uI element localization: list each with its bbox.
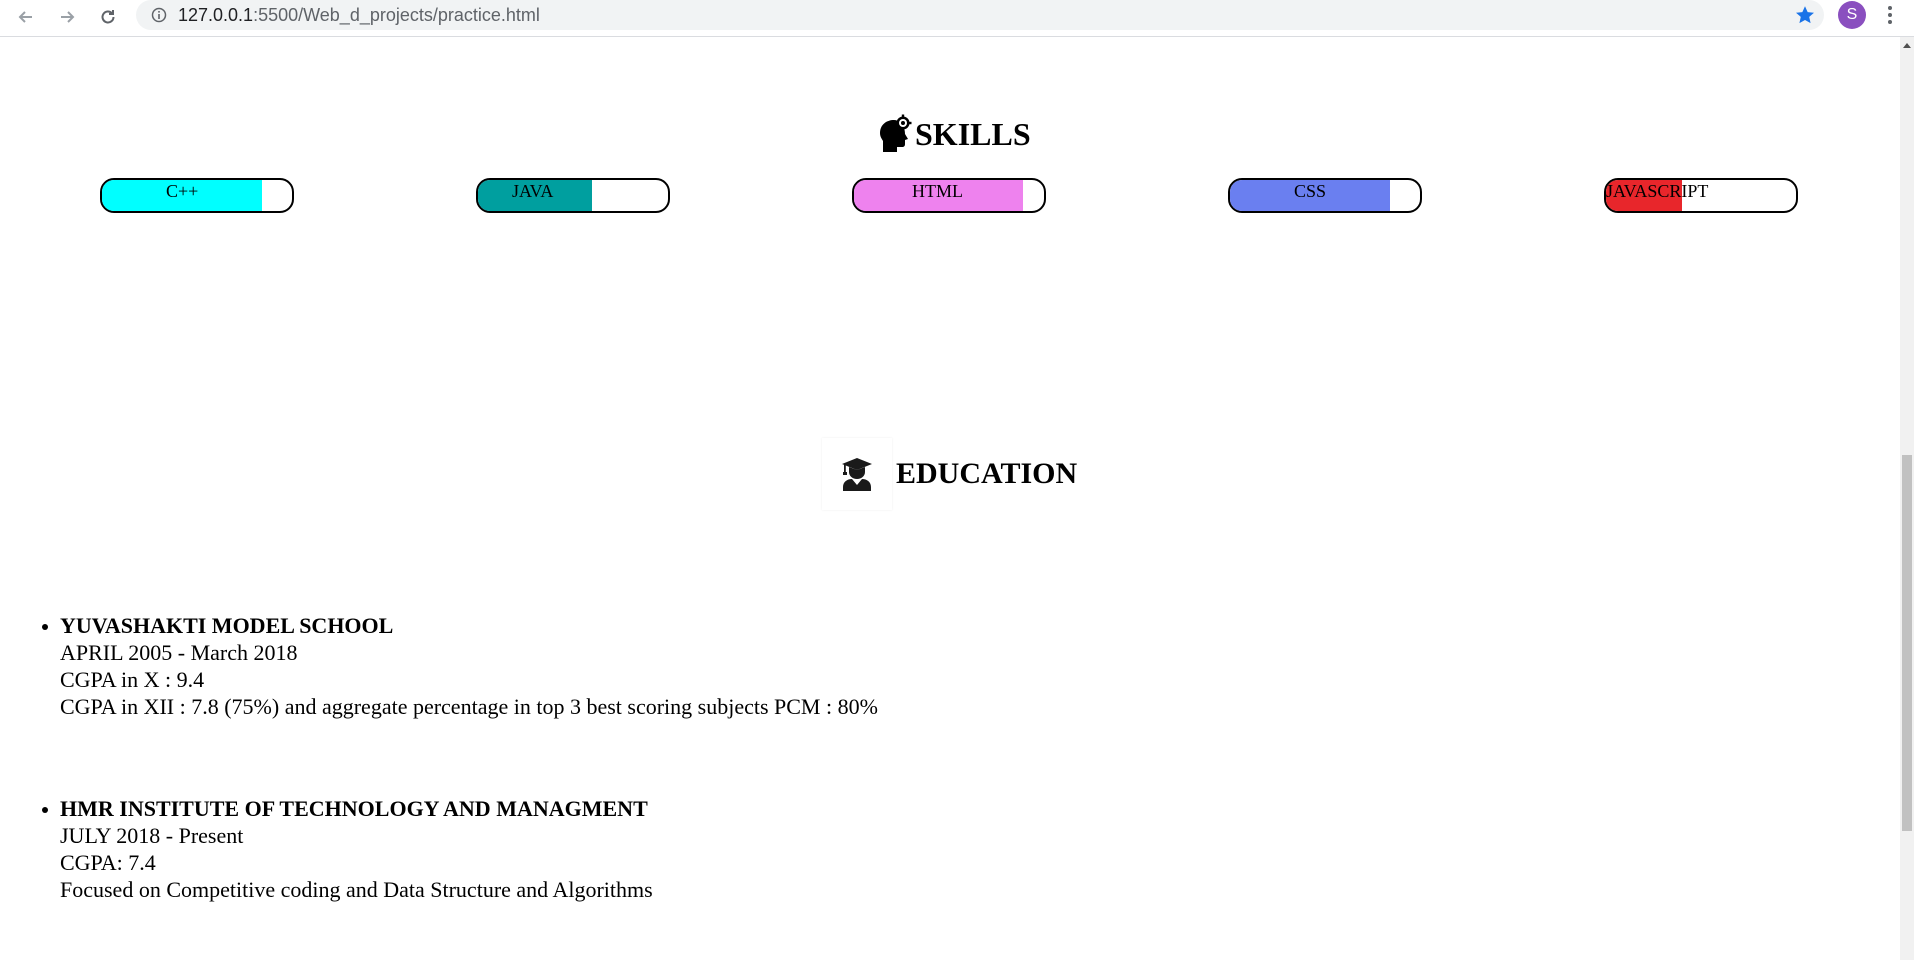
page-scrollbar[interactable] [1900,37,1914,960]
detail-line: CGPA in XII : 7.8 (75%) and aggregate pe… [60,694,878,719]
bookmark-star-icon[interactable] [1794,4,1816,26]
scroll-up-arrow-icon[interactable] [1903,43,1911,48]
education-entry: YUVASHAKTI MODEL SCHOOL APRIL 2005 - Mar… [36,612,878,720]
study-period: JULY 2018 - Present [60,823,244,848]
brain-gear-head-icon [880,114,912,152]
skill-bar-javascript: JAVASCRIPT [1604,178,1798,213]
skill-bar-css: CSS [1228,178,1422,213]
reload-button[interactable] [93,2,123,32]
info-icon[interactable] [150,6,168,24]
scroll-thumb[interactable] [1902,455,1912,831]
skill-bar-java: JAVA [476,178,670,213]
back-arrow-icon [18,11,32,23]
url-host: 127.0.0.1 [178,4,254,25]
url-text[interactable]: 127.0.0.1:5500/Web_d_projects/practice.h… [178,5,540,26]
education-heading: EDUCATION [822,438,1077,510]
forward-arrow-icon [61,11,75,23]
skill-bar-cpp: C++ [100,178,294,213]
education-title-text: EDUCATION [896,457,1078,490]
skill-label-html: HTML [912,181,963,201]
skill-label-cpp: C++ [166,181,199,201]
skill-bar-html: HTML [852,178,1046,213]
profile-initial: S [1846,6,1858,23]
reload-icon [101,10,115,24]
education-list: YUVASHAKTI MODEL SCHOOL APRIL 2005 - Mar… [36,612,878,960]
bullet-icon [42,624,48,630]
score-line: CGPA: 7.4 [60,850,156,875]
skills-heading: SKILLS [876,112,1031,156]
education-entry: HMR INSTITUTE OF TECHNOLOGY AND MANAGMEN… [36,795,878,903]
browser-menu-icon[interactable] [1880,3,1900,27]
back-button[interactable] [11,2,41,32]
school-name: YUVASHAKTI MODEL SCHOOL [60,613,394,638]
address-bar[interactable]: 127.0.0.1:5500/Web_d_projects/practice.h… [136,0,1824,30]
skill-label-css: CSS [1294,181,1327,201]
score-line: CGPA in X : 9.4 [60,667,205,692]
url-path: :5500/Web_d_projects/practice.html [253,4,540,25]
detail-line: Focused on Competitive coding and Data S… [60,877,653,902]
education-icon-box [822,438,892,510]
profile-avatar[interactable]: S [1838,1,1866,29]
bullet-icon [42,807,48,813]
study-period: APRIL 2005 - March 2018 [60,640,298,665]
skills-title-text: SKILLS [915,115,1031,152]
browser-toolbar: 127.0.0.1:5500/Web_d_projects/practice.h… [0,0,1914,37]
school-name: HMR INSTITUTE OF TECHNOLOGY AND MANAGMEN… [60,796,648,821]
graduate-icon [842,458,872,491]
forward-button[interactable] [52,2,82,32]
skill-label-java: JAVA [512,181,554,201]
skill-label-javascript: JAVASCRIPT [1606,181,1709,201]
